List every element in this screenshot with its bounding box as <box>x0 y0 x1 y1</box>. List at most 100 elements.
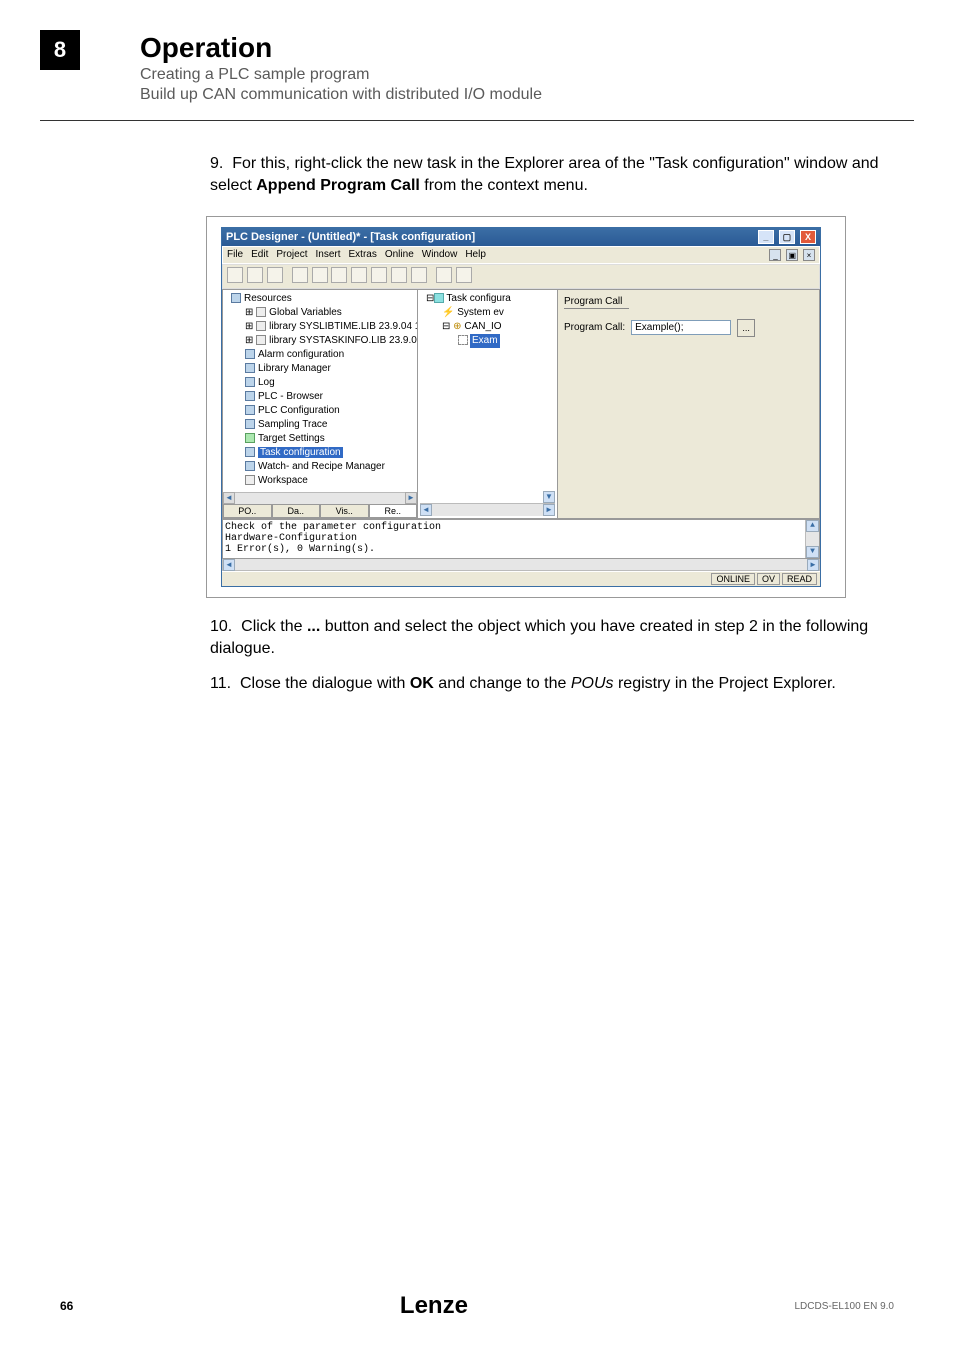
properties-panel: Program Call Program Call: Example(); ..… <box>558 290 819 518</box>
step-9-command: Append Program Call <box>256 177 420 194</box>
scroll-up-icon[interactable]: ▲ <box>806 520 819 532</box>
step-10-num: 10. <box>210 618 232 635</box>
toolbar-icon[interactable] <box>292 267 308 283</box>
toolbar-icon[interactable] <box>227 267 243 283</box>
selected-program-call: Exam <box>470 334 500 348</box>
task-tree-root[interactable]: ⊟Task configura <box>420 292 555 306</box>
toolbar-icon[interactable] <box>247 267 263 283</box>
tree-item-library-manager[interactable]: Library Manager <box>225 362 415 376</box>
chapter-number: 8 <box>40 30 80 70</box>
config-icon <box>245 405 255 415</box>
menu-file[interactable]: File <box>227 249 243 260</box>
scroll-right-icon[interactable]: ► <box>543 504 555 516</box>
toolbar-icon[interactable] <box>312 267 328 283</box>
page-footer: 66 Lenze LDCDS-EL100 EN 9.0 <box>0 1292 954 1320</box>
tree-item-plc-browser[interactable]: PLC - Browser <box>225 390 415 404</box>
step-11-text-a: Close the dialogue with <box>240 675 410 692</box>
toolbar-icon[interactable] <box>456 267 472 283</box>
program-call-input[interactable]: Example(); <box>631 320 731 335</box>
document-id: LDCDS-EL100 EN 9.0 <box>795 1301 895 1312</box>
file-icon <box>256 335 266 345</box>
message-window: Check of the parameter configuration Har… <box>222 519 820 559</box>
content-area: 9. For this, right-click the new task in… <box>0 121 954 695</box>
toolbar <box>222 264 820 289</box>
tree-item-syslibtime[interactable]: ⊞ library SYSLIBTIME.LIB 23.9.04 12 <box>225 320 415 334</box>
scroll-left-icon[interactable]: ◄ <box>420 504 432 516</box>
tree-item-systaskinfo[interactable]: ⊞ library SYSTASKINFO.LIB 23.9.04 <box>225 334 415 348</box>
toolbar-icon[interactable] <box>331 267 347 283</box>
child-close[interactable]: × <box>803 249 815 261</box>
watch-icon <box>245 461 255 471</box>
tree-item-plc-configuration[interactable]: PLC Configuration <box>225 404 415 418</box>
toolbar-icon[interactable] <box>436 267 452 283</box>
scroll-down-icon[interactable]: ▼ <box>806 546 819 558</box>
menu-extras[interactable]: Extras <box>349 249 377 260</box>
toolbar-icon[interactable] <box>267 267 283 283</box>
message-vscroll[interactable]: ▲ ▼ <box>805 520 819 558</box>
toolbar-icon[interactable] <box>371 267 387 283</box>
folder-icon <box>231 293 241 303</box>
mid-hscroll[interactable]: ◄ ► <box>420 503 555 516</box>
tree-item-watch-recipe[interactable]: Watch- and Recipe Manager <box>225 460 415 474</box>
tree-item-global-variables[interactable]: ⊞ Global Variables <box>225 306 415 320</box>
target-icon <box>245 433 255 443</box>
close-button[interactable]: X <box>800 230 816 244</box>
step-10-button: ... <box>307 618 320 635</box>
scroll-right-icon[interactable]: ► <box>405 492 417 504</box>
menu-project[interactable]: Project <box>276 249 307 260</box>
tab-pous[interactable]: PO.. <box>223 505 272 518</box>
tab-visual[interactable]: Vis.. <box>320 505 369 518</box>
message-hscroll[interactable]: ◄ ► <box>222 559 820 571</box>
menubar-items: File Edit Project Insert Extras Online W… <box>227 249 486 260</box>
tree-item-alarm-config[interactable]: Alarm configuration <box>225 348 415 362</box>
maximize-button[interactable]: ▢ <box>779 230 795 244</box>
browse-button[interactable]: ... <box>737 319 755 337</box>
tree-item-sampling-trace[interactable]: Sampling Trace <box>225 418 415 432</box>
scroll-right-icon[interactable]: ► <box>807 559 819 571</box>
message-line: Hardware-Configuration <box>225 533 817 544</box>
section-title: Creating a PLC sample program <box>140 66 542 84</box>
status-ov: OV <box>757 573 780 585</box>
tree-item-target-settings[interactable]: Target Settings <box>225 432 415 446</box>
task-tree-can-io[interactable]: ⊟ ⊕ CAN_IO <box>420 320 555 334</box>
task-config-icon <box>434 293 444 303</box>
tree-item-log[interactable]: Log <box>225 376 415 390</box>
tree-item-task-configuration[interactable]: Task configuration <box>225 446 415 460</box>
workspace-icon <box>245 475 255 485</box>
scroll-down-icon[interactable]: ▼ <box>543 491 555 503</box>
menu-help[interactable]: Help <box>465 249 486 260</box>
toolbar-icon[interactable] <box>411 267 427 283</box>
task-tree-system-events[interactable]: ⚡ System ev <box>420 306 555 320</box>
toolbar-icon[interactable] <box>351 267 367 283</box>
tree-root[interactable]: Resources <box>225 292 415 306</box>
scroll-left-icon[interactable]: ◄ <box>223 492 235 504</box>
toolbar-icon[interactable] <box>391 267 407 283</box>
resources-tree: Resources ⊞ Global Variables ⊞ library S… <box>223 290 417 492</box>
step-11-text-e: registry in the Project Explorer. <box>614 675 836 692</box>
plc-designer-window: PLC Designer - (Untitled)* - [Task confi… <box>221 227 821 587</box>
scroll-left-icon[interactable]: ◄ <box>223 559 235 571</box>
task-tree-example[interactable]: Exam <box>420 334 555 348</box>
task-tree-panel: ⊟Task configura ⚡ System ev ⊟ ⊕ CAN_IO E… <box>418 290 558 518</box>
tab-resources[interactable]: Re.. <box>369 505 418 518</box>
lightning-icon: ⚡ <box>442 307 454 318</box>
menu-window[interactable]: Window <box>422 249 458 260</box>
menu-edit[interactable]: Edit <box>251 249 268 260</box>
window-title: PLC Designer - (Untitled)* - [Task confi… <box>226 231 475 243</box>
program-call-tab[interactable]: Program Call <box>564 296 629 309</box>
menu-insert[interactable]: Insert <box>315 249 340 260</box>
library-icon <box>245 363 255 373</box>
brand-logo: Lenze <box>400 1292 468 1320</box>
menu-online[interactable]: Online <box>385 249 414 260</box>
chapter-title: Operation <box>140 32 542 64</box>
tab-data[interactable]: Da.. <box>272 505 321 518</box>
explorer-panel: Resources ⊞ Global Variables ⊞ library S… <box>223 290 418 518</box>
menubar: File Edit Project Insert Extras Online W… <box>222 246 820 264</box>
explorer-hscroll[interactable]: ◄ ► <box>223 492 417 504</box>
minimize-button[interactable]: _ <box>758 230 774 244</box>
child-restore[interactable]: ▣ <box>786 249 798 261</box>
child-minimize[interactable]: _ <box>769 249 781 261</box>
tree-item-workspace[interactable]: Workspace <box>225 474 415 488</box>
program-call-icon <box>458 335 468 345</box>
task-tree: ⊟Task configura ⚡ System ev ⊟ ⊕ CAN_IO E… <box>420 292 555 491</box>
